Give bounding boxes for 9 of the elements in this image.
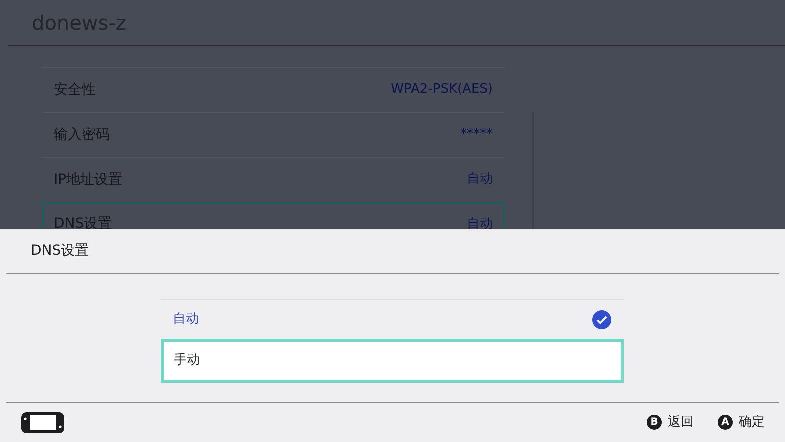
footer-button[interactable]: A 确定 [718, 412, 765, 432]
button-label: 返回 [668, 414, 694, 432]
option-row[interactable]: 手动 [161, 339, 624, 383]
button-key-icon: B [647, 415, 662, 430]
button-label: 确定 [739, 414, 765, 432]
console-icon [21, 412, 65, 434]
footer-button[interactable]: B 返回 [647, 412, 694, 432]
button-key-icon: A [718, 415, 733, 430]
dialog-title: DNS设置 [31, 242, 90, 260]
